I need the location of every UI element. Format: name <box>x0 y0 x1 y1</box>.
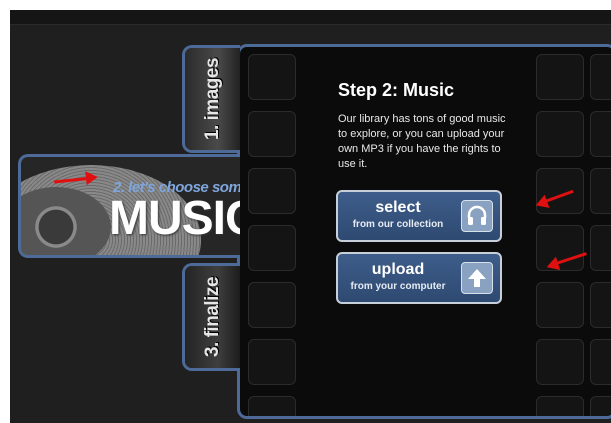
select-from-collection-button[interactable]: select from our collection <box>336 190 502 242</box>
grid-tile <box>536 282 584 328</box>
grid-tile <box>248 111 296 157</box>
upload-arrow-icon <box>461 262 493 294</box>
grid-tile <box>248 396 296 416</box>
grid-tile <box>590 396 611 416</box>
upload-from-computer-button[interactable]: upload from your computer <box>336 252 502 304</box>
grid-tile <box>248 54 296 100</box>
grid-tile <box>536 396 584 416</box>
grid-tile <box>536 339 584 385</box>
grid-tile <box>248 282 296 328</box>
grid-tile <box>536 225 584 271</box>
grid-tile <box>590 282 611 328</box>
app-window: 1. images 3. finalize 2. let's choose so… <box>10 10 611 423</box>
grid-tile <box>590 54 611 100</box>
finalize-tab-thumbnail: 3. finalize <box>185 266 240 368</box>
step-tab-finalize-label: 3. finalize <box>201 276 223 358</box>
grid-tile <box>590 168 611 214</box>
headphones-icon <box>461 200 493 232</box>
select-button-sublabel: from our collection <box>352 219 444 230</box>
step-description: Our library has tons of good music to ex… <box>338 113 506 170</box>
step-title: Step 2: Music <box>338 80 455 100</box>
top-bar <box>10 10 611 25</box>
step-tab-images[interactable]: 1. images <box>182 45 240 153</box>
grid-tile <box>248 225 296 271</box>
upload-button-sublabel: from your computer <box>350 281 446 292</box>
step-tab-images-label: 1. images <box>201 57 223 141</box>
grid-tile <box>590 339 611 385</box>
upload-button-label: upload <box>371 261 425 278</box>
grid-tile <box>248 168 296 214</box>
grid-tile <box>248 339 296 385</box>
select-button-label: select <box>375 199 421 216</box>
step-tab-finalize[interactable]: 3. finalize <box>182 263 240 371</box>
step-tab-music-label: MUSIC <box>109 192 240 245</box>
step-tab-music-active[interactable]: 2. let's choose some MUSIC <box>18 154 240 258</box>
grid-tile <box>590 225 611 271</box>
grid-tile <box>536 111 584 157</box>
grid-tile <box>536 54 584 100</box>
images-tab-thumbnail: 1. images <box>185 48 240 150</box>
grid-tile <box>590 111 611 157</box>
